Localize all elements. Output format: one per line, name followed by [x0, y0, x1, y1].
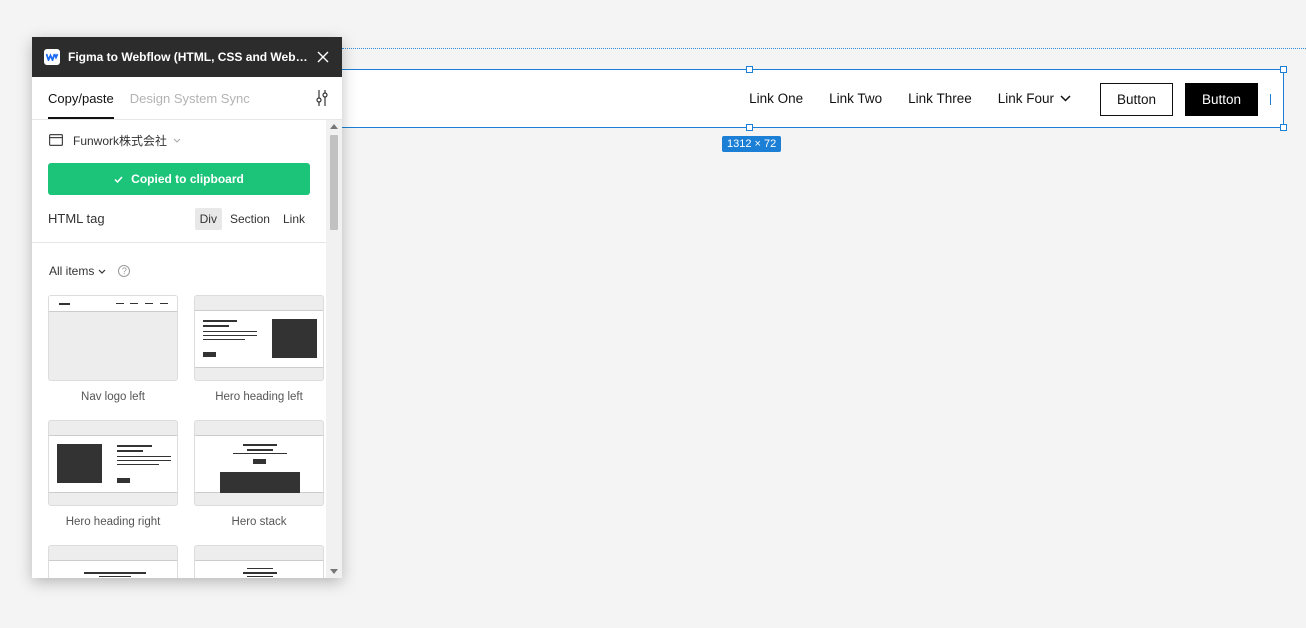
component-card[interactable]: Hero heading left — [194, 295, 324, 420]
chevron-down-icon — [98, 269, 106, 274]
filter-dropdown[interactable]: All items — [49, 264, 106, 278]
canvas-guide-line — [342, 48, 1306, 49]
nav-link-four-dropdown[interactable]: Link Four — [998, 91, 1071, 106]
site-selector[interactable]: Funwork株式会社 — [32, 120, 326, 160]
component-thumbnail — [48, 545, 178, 578]
resize-handle-bottom[interactable] — [746, 124, 753, 131]
component-card[interactable]: Hero stack — [194, 420, 324, 545]
filter-label: All items — [49, 264, 95, 278]
component-label: Hero stack — [231, 516, 287, 528]
component-thumbnail — [194, 545, 324, 578]
nav-link-two[interactable]: Link Two — [829, 91, 882, 106]
html-tag-option-div[interactable]: Div — [194, 207, 222, 230]
component-card[interactable]: Hero heading right — [48, 420, 178, 545]
component-card[interactable] — [194, 545, 324, 578]
nav-outline-button[interactable]: Button — [1100, 83, 1173, 116]
nav-link-one[interactable]: Link One — [749, 91, 803, 106]
sliders-icon[interactable] — [314, 89, 330, 107]
help-icon[interactable]: ? — [118, 265, 131, 277]
tab-design-system-sync[interactable]: Design System Sync — [130, 91, 250, 119]
nav-logo-left-thumbnail — [48, 295, 178, 381]
panel-title: Figma to Webflow (HTML, CSS and Websit..… — [68, 50, 308, 64]
resize-handle-bottom-right[interactable] — [1280, 124, 1287, 131]
scroll-down-arrow-icon[interactable] — [330, 569, 338, 574]
html-tag-row: HTML tag Div Section Link — [32, 195, 326, 243]
panel-tabs: Copy/paste Design System Sync — [32, 77, 342, 120]
hero-stack-thumbnail — [194, 420, 324, 506]
resize-handle-top-right[interactable] — [1280, 66, 1287, 73]
text-cursor — [1270, 94, 1271, 105]
hero-heading-left-thumbnail — [194, 295, 324, 381]
scroll-thumb[interactable] — [330, 135, 338, 230]
panel-scrollbar[interactable] — [326, 120, 342, 578]
component-label: Nav logo left — [81, 391, 145, 403]
nav-link-three[interactable]: Link Three — [908, 91, 972, 106]
items-filter: All items ? — [32, 243, 326, 295]
checkmark-icon — [114, 175, 123, 183]
panel-header: Figma to Webflow (HTML, CSS and Websit..… — [32, 37, 342, 77]
html-tag-options: Div Section Link — [194, 207, 310, 230]
nav-link-four-label: Link Four — [997, 91, 1054, 106]
navbar-frame[interactable]: Link One Link Two Link Three Link Four B… — [342, 69, 1284, 128]
component-label: Hero heading right — [65, 516, 161, 528]
size-badge: 1312 × 72 — [722, 136, 782, 152]
tab-copy-paste[interactable]: Copy/paste — [48, 91, 114, 119]
nav-links: Link One Link Two Link Three Link Four — [749, 70, 1071, 127]
resize-handle-top[interactable] — [746, 66, 753, 73]
component-label: Hero heading left — [215, 391, 303, 403]
close-icon[interactable] — [316, 50, 330, 64]
webflow-logo-icon — [44, 49, 60, 65]
nav-solid-button[interactable]: Button — [1185, 83, 1258, 116]
copied-to-clipboard-button[interactable]: Copied to clipboard — [48, 163, 310, 195]
component-grid: Nav logo left Hero heading left Hero hea… — [32, 295, 326, 578]
component-card[interactable]: Nav logo left — [48, 295, 178, 420]
plugin-panel: Figma to Webflow (HTML, CSS and Websit..… — [32, 37, 342, 578]
component-card[interactable] — [48, 545, 178, 578]
browser-window-icon — [49, 134, 63, 146]
scroll-up-arrow-icon[interactable] — [330, 124, 338, 129]
html-tag-option-section[interactable]: Section — [225, 208, 275, 230]
copied-label: Copied to clipboard — [131, 172, 244, 186]
chevron-down-icon — [1060, 95, 1071, 102]
html-tag-option-link[interactable]: Link — [278, 208, 310, 230]
chevron-down-icon — [173, 138, 181, 143]
hero-heading-right-thumbnail — [48, 420, 178, 506]
html-tag-label: HTML tag — [48, 211, 105, 226]
site-name: Funwork株式会社 — [73, 133, 168, 148]
panel-content: Funwork株式会社 Copied to clipboard HTML tag… — [32, 120, 326, 578]
